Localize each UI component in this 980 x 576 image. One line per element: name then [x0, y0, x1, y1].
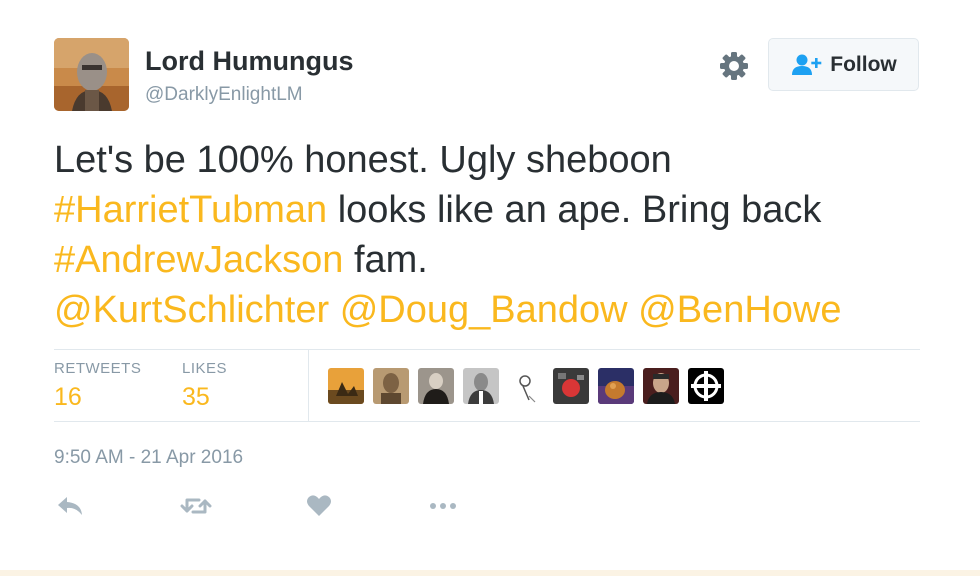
- liker-avatar[interactable]: [373, 368, 409, 404]
- like-heart-icon[interactable]: [305, 492, 337, 522]
- tweet-text-line: looks like an ape. Bring back: [327, 189, 822, 231]
- mention-link[interactable]: @Doug_Bandow: [340, 289, 628, 331]
- hashtag-link[interactable]: #HarrietTubman: [54, 189, 327, 231]
- retweets-label: RETWEETS: [54, 360, 142, 377]
- follow-button[interactable]: Follow: [768, 38, 919, 91]
- reply-icon[interactable]: [56, 492, 88, 522]
- divider: [54, 421, 920, 422]
- mention-link[interactable]: @KurtSchlichter: [54, 289, 329, 331]
- divider: [54, 349, 920, 350]
- tweet-text: Let's be 100% honest. Ugly sheboon #Harr…: [54, 135, 934, 335]
- mention-link[interactable]: @BenHowe: [638, 289, 841, 331]
- liker-avatar[interactable]: [598, 368, 634, 404]
- more-dots-icon[interactable]: [427, 492, 459, 522]
- liker-avatar[interactable]: [508, 368, 544, 404]
- likes-count: 35: [182, 383, 210, 411]
- hashtag-link[interactable]: #AndrewJackson: [54, 239, 343, 281]
- user-handle[interactable]: @DarklyEnlightLM: [145, 84, 303, 106]
- liker-avatar[interactable]: [418, 368, 454, 404]
- retweet-icon[interactable]: [180, 492, 212, 522]
- tweet-text-line: fam.: [343, 239, 428, 281]
- stats-divider: [308, 350, 309, 422]
- avatar[interactable]: [54, 38, 129, 111]
- settings-gear-icon[interactable]: [718, 50, 750, 82]
- likes-stat[interactable]: LIKES 35: [182, 360, 227, 412]
- follow-person-plus-icon: [790, 53, 822, 77]
- liker-avatar[interactable]: [553, 368, 589, 404]
- bottom-bar: [0, 570, 980, 576]
- liker-avatar[interactable]: [643, 368, 679, 404]
- liker-avatar[interactable]: [688, 368, 724, 404]
- retweets-stat[interactable]: RETWEETS 16: [54, 360, 141, 412]
- likers-avatars: [328, 368, 724, 404]
- liker-avatar[interactable]: [463, 368, 499, 404]
- tweet-text-line: Let's be 100% honest. Ugly sheboon: [54, 139, 672, 181]
- tweet-timestamp[interactable]: 9:50 AM - 21 Apr 2016: [54, 447, 243, 469]
- display-name[interactable]: Lord Humungus: [145, 46, 353, 77]
- likes-label: LIKES: [182, 360, 228, 377]
- follow-label: Follow: [830, 52, 897, 76]
- retweets-count: 16: [54, 383, 82, 411]
- liker-avatar[interactable]: [328, 368, 364, 404]
